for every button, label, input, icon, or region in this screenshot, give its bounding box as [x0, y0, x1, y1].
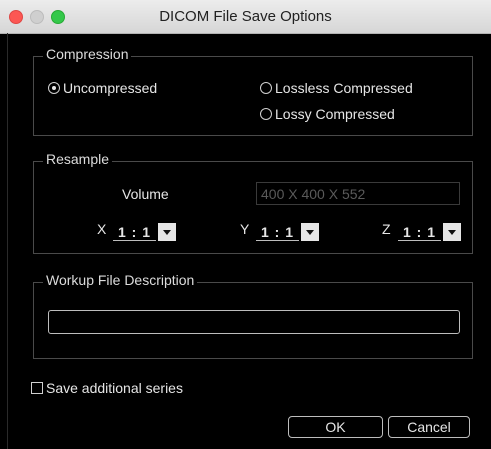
y-ratio-value: 1 : 1 — [256, 223, 299, 241]
chevron-down-icon[interactable] — [301, 223, 319, 241]
y-ratio-select[interactable]: 1 : 1 — [256, 223, 319, 241]
radio-unchecked-icon — [260, 82, 272, 94]
window-title: DICOM File Save Options — [159, 8, 332, 25]
z-ratio-select[interactable]: 1 : 1 — [398, 223, 461, 241]
x-ratio-value: 1 : 1 — [113, 223, 156, 241]
radio-uncompressed[interactable]: Uncompressed — [48, 80, 157, 96]
workup-description-input[interactable] — [48, 310, 460, 334]
save-additional-series-checkbox[interactable]: Save additional series — [31, 380, 183, 396]
title-bar[interactable]: DICOM File Save Options — [0, 0, 491, 34]
z-axis-label: Z — [382, 221, 391, 237]
dicom-save-options-window: DICOM File Save Options Compression Unco… — [0, 0, 491, 449]
volume-field: 400 X 400 X 552 — [256, 182, 460, 205]
compression-group: Compression — [33, 46, 473, 136]
y-axis-label: Y — [240, 221, 250, 237]
window-left-border — [7, 33, 8, 449]
radio-lossless[interactable]: Lossless Compressed — [260, 80, 413, 96]
compression-legend: Compression — [43, 46, 132, 62]
checkbox-icon — [31, 382, 43, 394]
radio-lossless-label: Lossless Compressed — [275, 80, 413, 96]
x-axis-label: X — [97, 221, 107, 237]
workup-legend: Workup File Description — [43, 272, 198, 288]
volume-label: Volume — [122, 186, 169, 202]
radio-lossy-label: Lossy Compressed — [275, 106, 395, 122]
chevron-down-icon[interactable] — [158, 223, 176, 241]
radio-checked-icon — [48, 82, 60, 94]
radio-uncompressed-label: Uncompressed — [63, 80, 158, 96]
z-ratio-value: 1 : 1 — [398, 223, 441, 241]
resample-legend: Resample — [43, 151, 113, 167]
radio-unchecked-icon — [260, 108, 272, 120]
chevron-down-icon[interactable] — [443, 223, 461, 241]
radio-lossy[interactable]: Lossy Compressed — [260, 106, 395, 122]
ok-button[interactable]: OK — [288, 416, 383, 438]
cancel-button[interactable]: Cancel — [388, 416, 470, 438]
save-additional-series-label: Save additional series — [46, 380, 183, 396]
x-ratio-select[interactable]: 1 : 1 — [113, 223, 176, 241]
